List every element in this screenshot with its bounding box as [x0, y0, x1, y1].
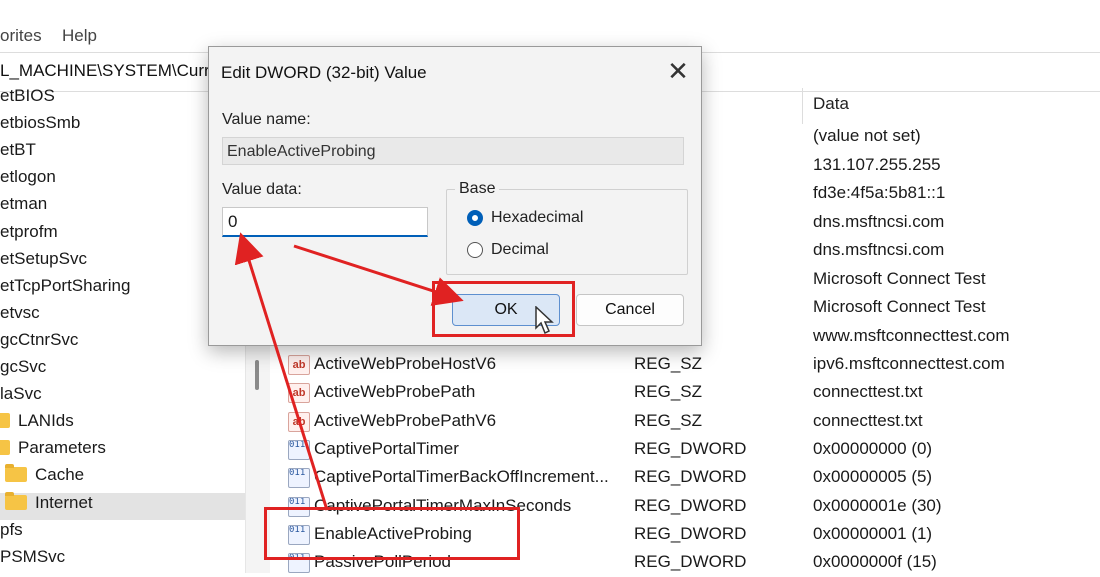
annotation-arrows	[234, 232, 464, 511]
arrow-to-input	[234, 232, 329, 511]
arrow-to-ok	[293, 244, 464, 306]
mouse-cursor-icon	[535, 306, 554, 335]
